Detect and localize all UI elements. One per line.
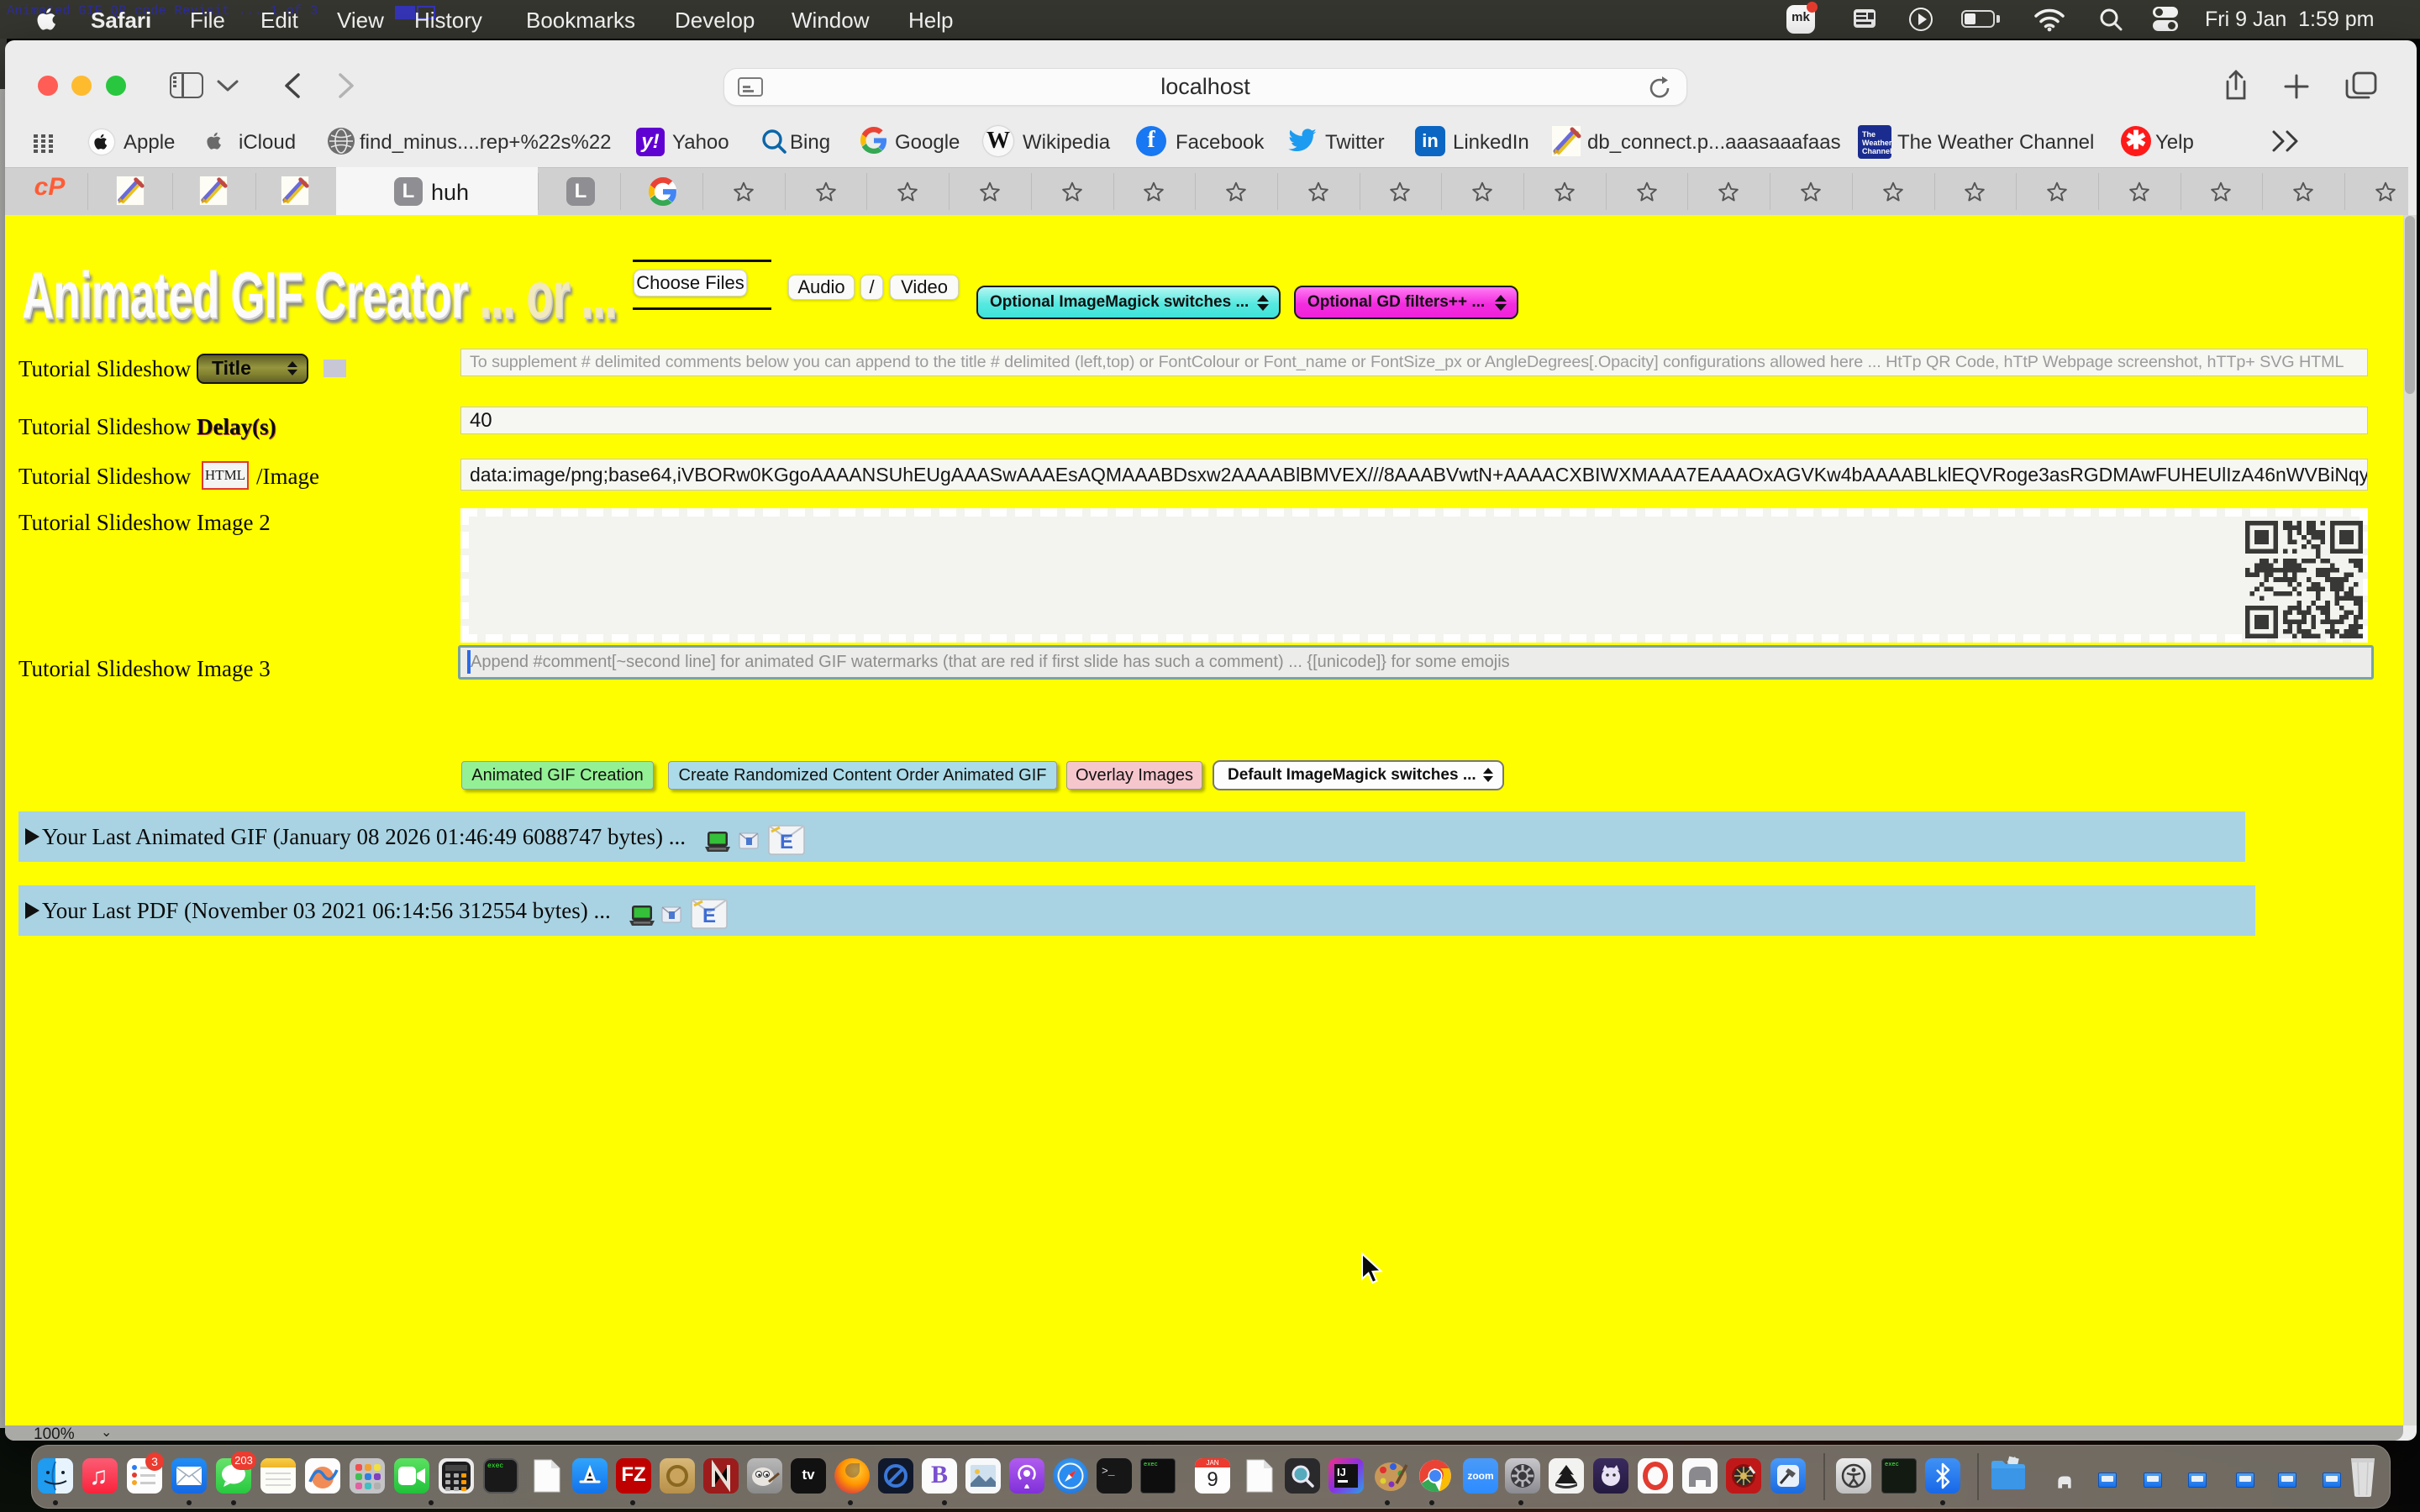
svg-text:E: E	[780, 831, 793, 853]
svg-text:E: E	[702, 905, 716, 927]
